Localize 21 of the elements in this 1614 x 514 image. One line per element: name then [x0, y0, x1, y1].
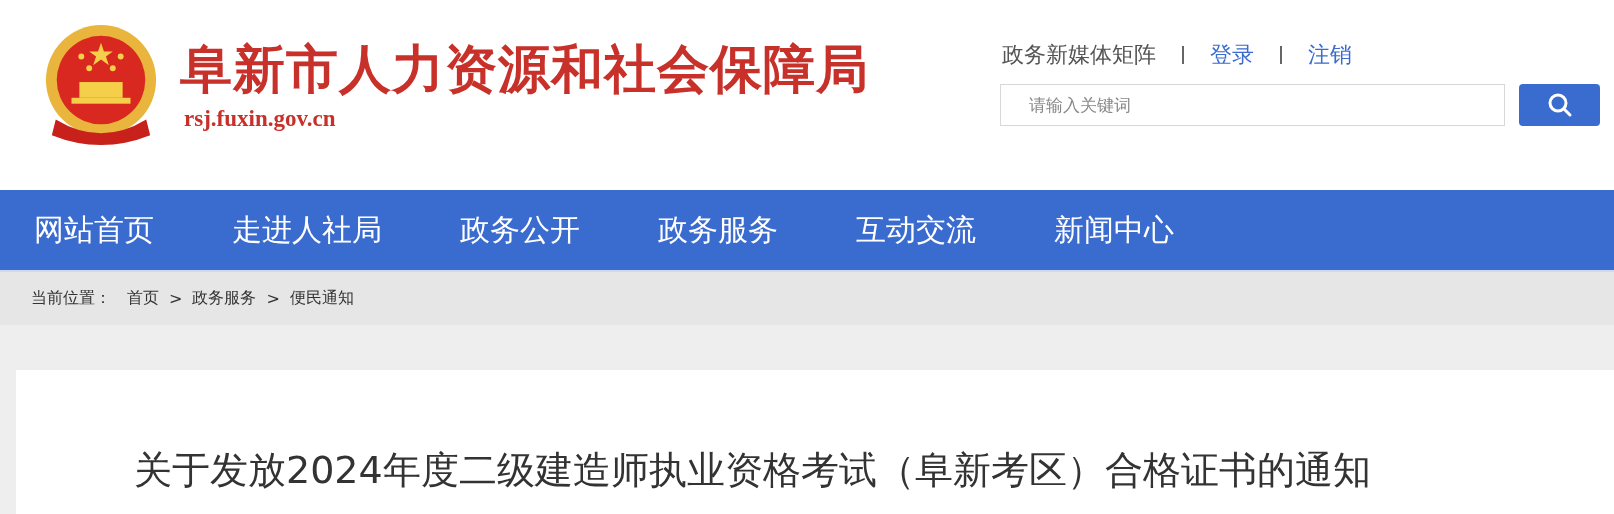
breadcrumb-link[interactable]: 便民通知 — [289, 288, 354, 309]
nav-item[interactable]: 互动交流 — [856, 209, 976, 251]
site-domain: rsj.fuxin.gov.cn — [183, 106, 337, 132]
breadcrumb-separator: > — [169, 289, 183, 308]
header-link[interactable]: 注销 — [1308, 40, 1352, 70]
article-title: 关于发放2024年度二级建造师执业资格考试（阜新考区）合格证书的通知 — [133, 447, 1372, 494]
header-link[interactable]: 政务新媒体矩阵 — [1002, 40, 1156, 70]
search-button[interactable] — [1519, 84, 1600, 126]
search-field[interactable]: 请输入关键词 — [1000, 84, 1505, 126]
nav-item[interactable]: 新闻中心 — [1054, 209, 1174, 251]
search-icon — [1546, 92, 1573, 118]
nav-item[interactable]: 走进人社局 — [232, 209, 382, 251]
breadcrumb-separator: > — [266, 289, 280, 308]
nav-item[interactable]: 政务服务 — [658, 209, 778, 251]
nav-item[interactable]: 网站首页 — [34, 209, 154, 251]
breadcrumb-label: 当前位置： — [31, 288, 111, 309]
breadcrumb-link[interactable]: 首页 — [127, 288, 159, 309]
breadcrumb-link[interactable]: 政务服务 — [192, 288, 257, 309]
header-link[interactable]: 登录 — [1210, 40, 1254, 70]
site-title: 阜新市人力资源和社会保障局 — [180, 38, 869, 100]
nav-item[interactable]: 政务公开 — [460, 209, 580, 251]
